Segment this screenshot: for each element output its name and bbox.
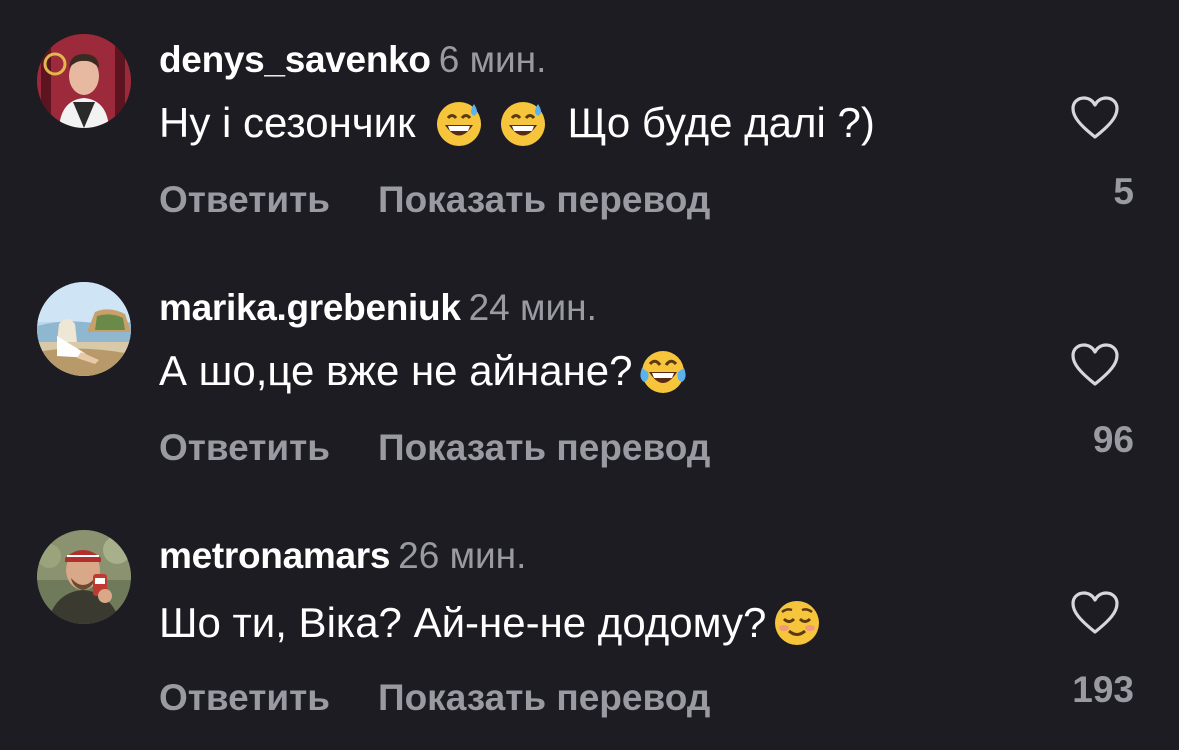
- comment-header: metronamars 26 мин.: [159, 536, 526, 576]
- reply-button[interactable]: Ответить: [159, 179, 330, 220]
- username[interactable]: denys_savenko: [159, 39, 431, 80]
- smiling-blushing-emoji: [772, 598, 822, 648]
- comment-text: Шо ти, Віка? Ай-не-не додому?: [159, 598, 822, 648]
- comment-item: marika.grebeniuk 24 мин. А шо,це вже не а…: [0, 250, 1179, 500]
- comment-text-part: Що буде далі ?): [567, 99, 875, 146]
- comment-actions: Ответить Показать перевод: [159, 180, 710, 220]
- comment-item: denys_savenko 6 мин. Ну і сезончик Що бу…: [0, 0, 1179, 250]
- comment-text-part: Шо ти, Віка? Ай-не-не додому?: [159, 599, 767, 646]
- comment-header: denys_savenko 6 мин.: [159, 40, 546, 80]
- username[interactable]: marika.grebeniuk: [159, 287, 461, 328]
- avatar-image: [37, 530, 131, 624]
- show-translation-button[interactable]: Показать перевод: [378, 427, 710, 468]
- comment-actions: Ответить Показать перевод: [159, 428, 710, 468]
- tears-of-joy-emoji: [638, 346, 688, 396]
- like-count: 5: [1113, 171, 1134, 212]
- comment-text: Ну і сезончик Що буде далі ?): [159, 98, 875, 148]
- reply-button[interactable]: Ответить: [159, 427, 330, 468]
- grinning-sweat-emoji: [434, 98, 484, 148]
- avatar-image: [37, 34, 131, 128]
- comment-item: metronamars 26 мин. Шо ти, Віка? Ай-не-не…: [0, 500, 1179, 750]
- reply-button[interactable]: Ответить: [159, 677, 330, 718]
- comment-text: А шо,це вже не айнане?: [159, 346, 688, 396]
- comment-header: marika.grebeniuk 24 мин.: [159, 288, 597, 328]
- grinning-sweat-emoji: [498, 98, 548, 148]
- heart-icon[interactable]: [1070, 342, 1120, 388]
- timestamp: 24 мин.: [468, 287, 597, 328]
- comment-actions: Ответить Показать перевод: [159, 678, 710, 718]
- show-translation-button[interactable]: Показать перевод: [378, 677, 710, 718]
- like-count: 193: [1072, 669, 1134, 710]
- avatar-image: [37, 282, 131, 376]
- username[interactable]: metronamars: [159, 535, 390, 576]
- show-translation-button[interactable]: Показать перевод: [378, 179, 710, 220]
- like-count: 96: [1092, 419, 1134, 460]
- comment-text-part: А шо,це вже не айнане?: [159, 347, 633, 394]
- avatar[interactable]: [37, 34, 131, 128]
- avatar[interactable]: [37, 530, 131, 624]
- heart-icon[interactable]: [1070, 95, 1120, 141]
- comment-text-part: Ну і сезончик: [159, 99, 416, 146]
- timestamp: 26 мин.: [398, 535, 527, 576]
- heart-icon[interactable]: [1070, 590, 1120, 636]
- timestamp: 6 мин.: [438, 39, 547, 80]
- avatar[interactable]: [37, 282, 131, 376]
